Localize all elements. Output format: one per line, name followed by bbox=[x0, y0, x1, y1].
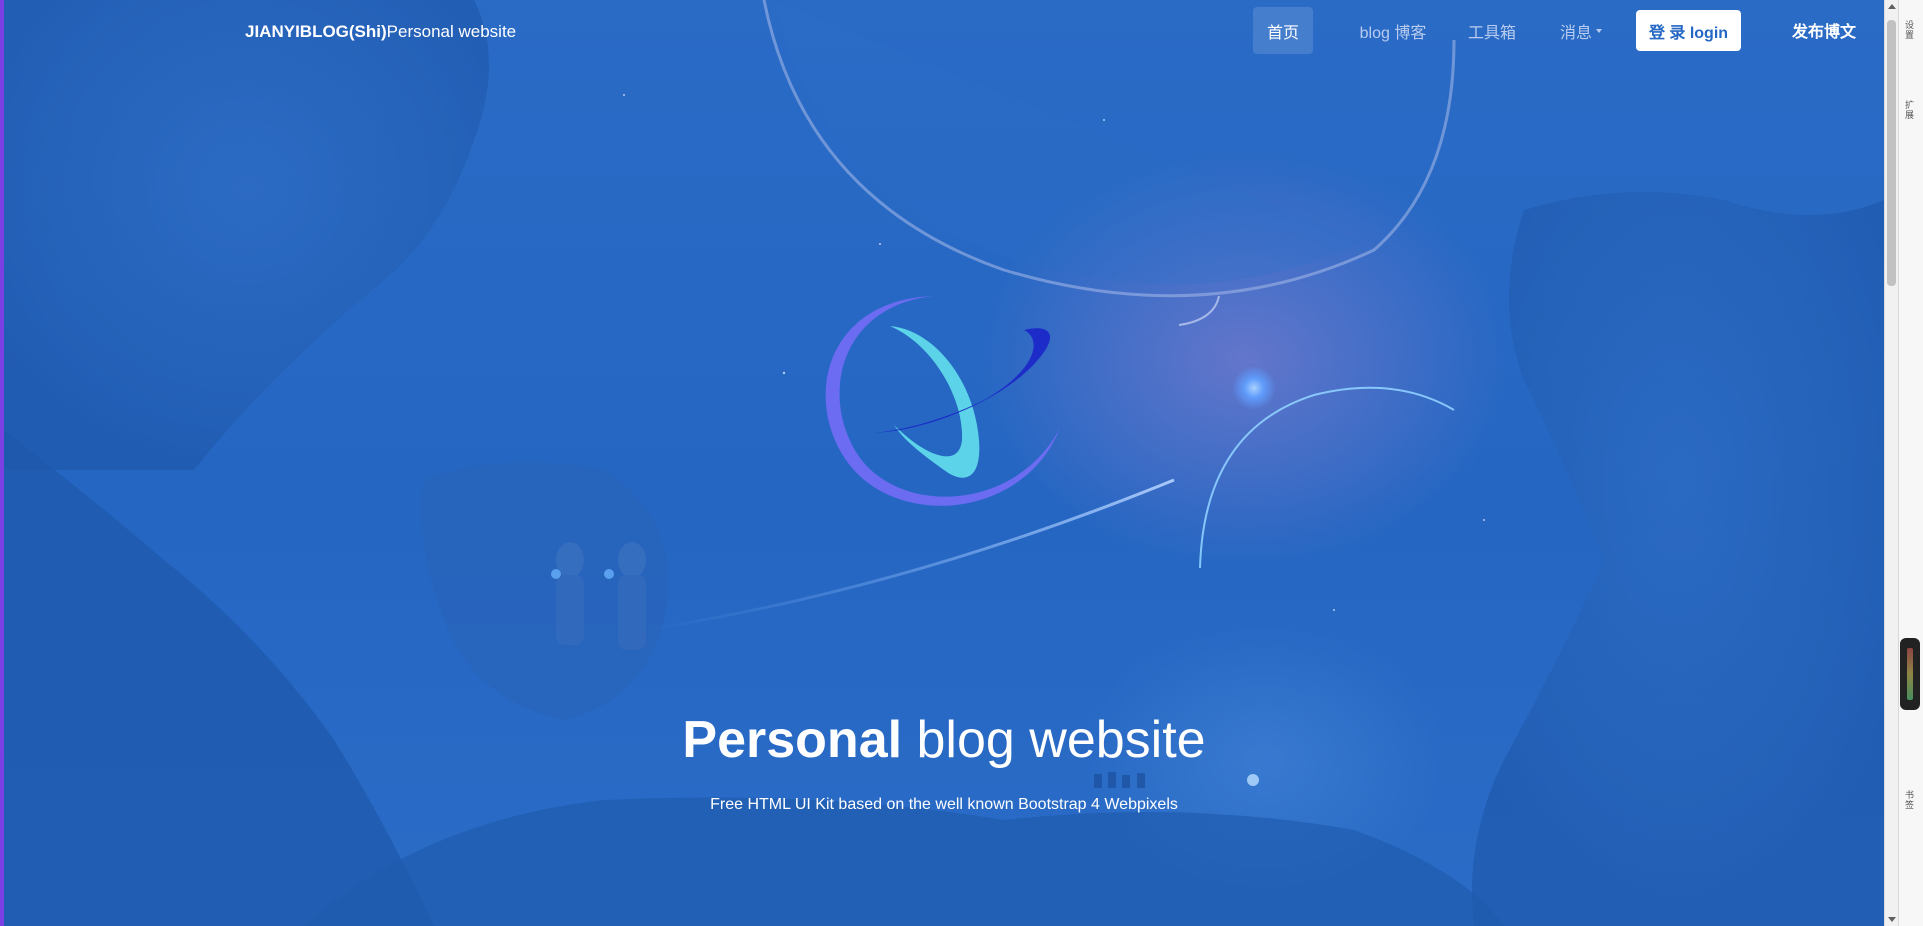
brand-tagline: Personal website bbox=[386, 22, 517, 41]
rock-bottom-left bbox=[4, 430, 434, 926]
side-panel-grip-handle[interactable] bbox=[1900, 638, 1920, 710]
scrollbar-thumb[interactable] bbox=[1887, 20, 1896, 286]
nav-blog-label: blog 博客 bbox=[1359, 24, 1427, 42]
hero-title: Personal blog website bbox=[4, 710, 1884, 770]
browser-side-panel: 设置 扩展 书签 bbox=[1898, 0, 1923, 926]
hero-subtitle: Free HTML UI Kit based on the well known… bbox=[710, 796, 1178, 813]
site-brand[interactable]: JIANYIBLOG(Shi)Personal website bbox=[245, 22, 516, 42]
rock-right bbox=[1472, 192, 1884, 926]
hero-section: JIANYIBLOG(Shi)Personal website 首页 blog … bbox=[4, 0, 1884, 926]
hero-title-strong: Personal bbox=[682, 711, 903, 769]
nav-toolbox-label: 工具箱 bbox=[1467, 24, 1516, 42]
side-tab-bookmarks[interactable]: 书签 bbox=[1905, 790, 1915, 810]
ground-foreground bbox=[304, 797, 1504, 926]
rock-top-left bbox=[4, 0, 489, 470]
hero-background-art bbox=[4, 0, 1884, 926]
nav-messages-label: 消息 bbox=[1559, 24, 1592, 42]
side-tab-extensions[interactable]: 扩展 bbox=[1905, 100, 1915, 120]
light-streak bbox=[643, 478, 1175, 632]
side-tab-settings[interactable]: 设置 bbox=[1905, 20, 1915, 40]
hero-title-rest: blog website bbox=[916, 711, 1206, 769]
nav-home[interactable]: 首页 bbox=[1253, 7, 1313, 54]
chevron-down-icon bbox=[1596, 28, 1602, 33]
horizon-light bbox=[1247, 774, 1259, 786]
browser-viewport: JIANYIBLOG(Shi)Personal website 首页 blog … bbox=[0, 0, 1923, 926]
moon-crescent bbox=[1178, 295, 1220, 326]
nav-toolbox[interactable]: 工具箱 bbox=[1456, 7, 1528, 54]
login-button[interactable]: 登 录 login bbox=[1636, 10, 1741, 51]
publish-post-link[interactable]: 发布博文 bbox=[1792, 18, 1856, 42]
nav-blog[interactable]: blog 博客 bbox=[1338, 7, 1448, 54]
scroll-up-arrow-icon[interactable] bbox=[1888, 4, 1896, 9]
brand-name: JIANYIBLOG(Shi) bbox=[245, 22, 387, 41]
planet-arc-right bbox=[1199, 386, 1455, 569]
glowing-star bbox=[1232, 366, 1276, 410]
nav-home-label: 首页 bbox=[1266, 24, 1299, 42]
horizon-figures bbox=[1094, 772, 1145, 788]
vertical-scrollbar[interactable] bbox=[1884, 0, 1898, 926]
orbit-logo-icon bbox=[825, 296, 1060, 506]
scroll-down-arrow-icon[interactable] bbox=[1888, 917, 1896, 922]
nav-messages-dropdown[interactable]: 消息 bbox=[1551, 7, 1611, 54]
